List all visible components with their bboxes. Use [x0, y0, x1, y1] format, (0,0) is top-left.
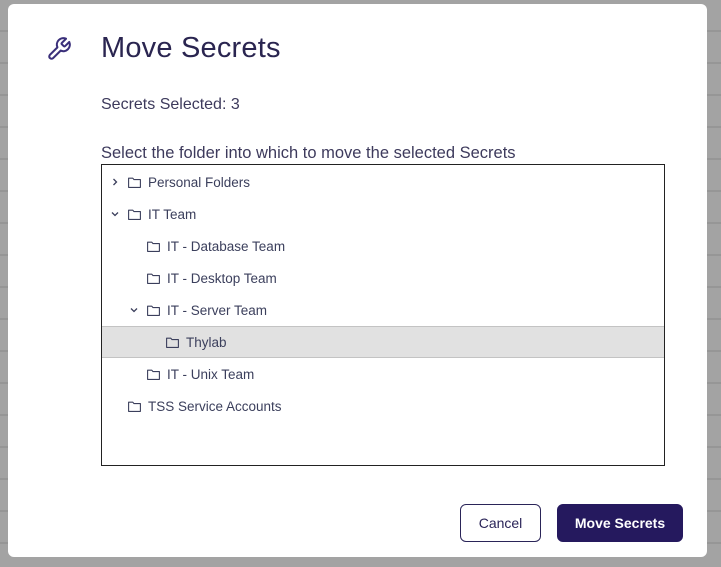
chevron-down-icon[interactable] [129, 305, 139, 315]
tree-item-label: TSS Service Accounts [148, 398, 282, 414]
tree-item-label: IT - Desktop Team [167, 270, 277, 286]
wrench-icon [46, 36, 72, 62]
tree-item[interactable]: IT - Server Team [102, 294, 664, 326]
tree-item-label: Thylab [186, 334, 227, 350]
tree-item-label: IT - Unix Team [167, 366, 255, 382]
tree-item-label: IT - Database Team [167, 238, 286, 254]
folder-tree: Personal Folders IT Team IT - Database Tea… [101, 164, 665, 466]
instruction-text: Select the folder into which to move the… [101, 144, 516, 162]
tree-item[interactable]: TSS Service Accounts [102, 390, 664, 422]
move-secrets-button[interactable]: Move Secrets [557, 504, 683, 542]
tree-item[interactable]: Personal Folders [102, 166, 664, 198]
folder-icon [128, 401, 141, 412]
chevron-right-icon[interactable] [110, 177, 120, 187]
chevron-down-icon[interactable] [110, 209, 120, 219]
tree-item[interactable]: IT - Desktop Team [102, 262, 664, 294]
tree-item-label: IT Team [148, 206, 197, 222]
selected-count-text: Secrets Selected: 3 [101, 96, 240, 113]
folder-icon [147, 273, 160, 284]
dialog-title: Move Secrets [101, 32, 281, 64]
tree-item-label: IT - Server Team [167, 302, 268, 318]
folder-icon [166, 337, 179, 348]
folder-icon [147, 369, 160, 380]
tree-item-label: Personal Folders [148, 174, 251, 190]
tree-item[interactable]: IT - Database Team [102, 230, 664, 262]
tree-item[interactable]: IT - Unix Team [102, 358, 664, 390]
folder-icon [147, 305, 160, 316]
cancel-button[interactable]: Cancel [460, 504, 541, 542]
folder-icon [128, 177, 141, 188]
tree-item[interactable]: Thylab [102, 326, 664, 358]
move-secrets-dialog: Move Secrets Secrets Selected: 3 Select … [8, 4, 707, 557]
folder-icon [147, 241, 160, 252]
folder-icon [128, 209, 141, 220]
tree-item[interactable]: IT Team [102, 198, 664, 230]
